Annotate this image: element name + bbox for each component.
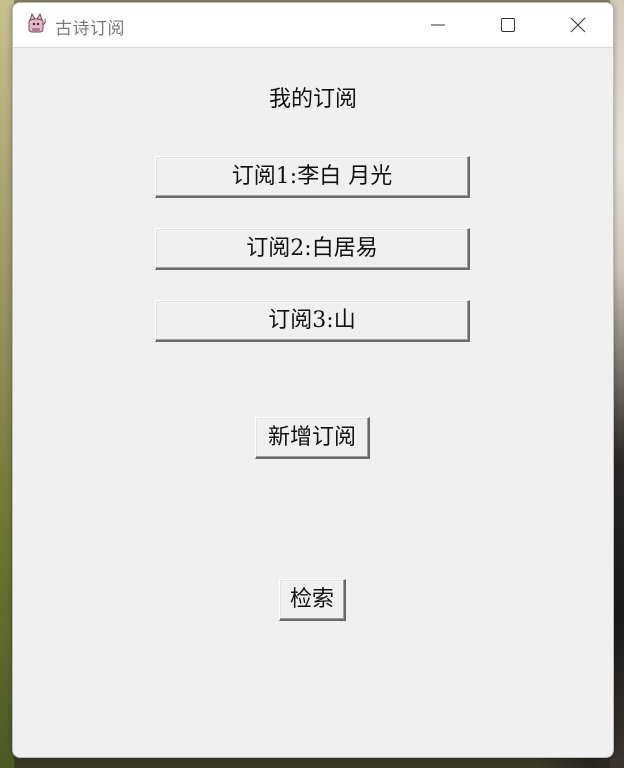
- maximize-button[interactable]: [473, 3, 543, 47]
- add-subscription-button[interactable]: 新增订阅: [255, 417, 370, 459]
- app-window: 古诗订阅 我的订阅 订阅1:李白 月光 订阅2:白居易 订阅3:山 新增订阅 检…: [12, 2, 614, 758]
- search-button[interactable]: 检索: [279, 579, 346, 621]
- main-content: 我的订阅 订阅1:李白 月光 订阅2:白居易 订阅3:山 新增订阅 检索: [13, 48, 613, 757]
- subscription-button-2[interactable]: 订阅2:白居易: [155, 228, 470, 270]
- subscription-button-3[interactable]: 订阅3:山: [155, 300, 470, 342]
- window-title: 古诗订阅: [55, 19, 125, 39]
- close-button[interactable]: [543, 3, 613, 47]
- minimize-button[interactable]: [403, 3, 473, 47]
- cat-icon: [25, 12, 47, 35]
- page-title: 我的订阅: [268, 87, 357, 112]
- subscription-button-1[interactable]: 订阅1:李白 月光: [155, 156, 470, 198]
- title-bar[interactable]: 古诗订阅: [13, 3, 613, 48]
